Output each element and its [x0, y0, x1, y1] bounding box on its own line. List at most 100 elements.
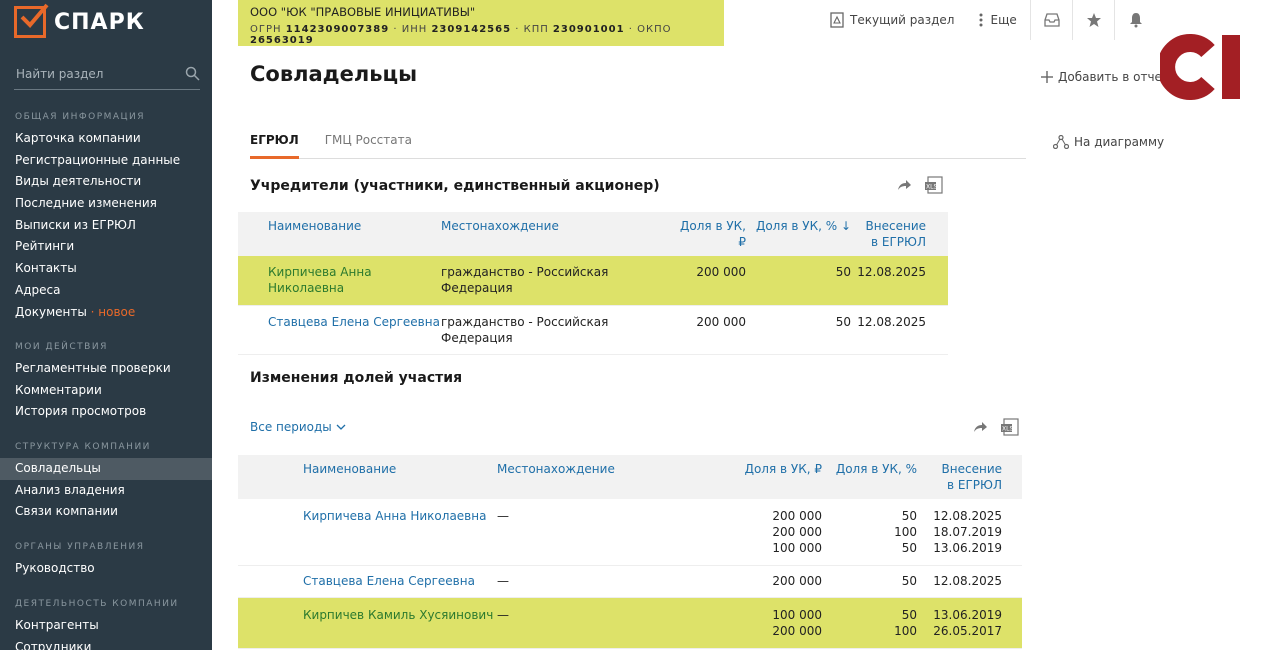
- excel-export-icon[interactable]: XLS: [1000, 418, 1020, 436]
- nav-head-structure: СТРУКТУРА КОМПАНИИ: [15, 442, 151, 452]
- owner-location: гражданство - Российская Федерация: [441, 256, 671, 306]
- nav-item-activities[interactable]: Виды деятельности: [0, 171, 212, 193]
- logo-text: СПАРК: [54, 9, 145, 35]
- top-icons: [1030, 0, 1156, 40]
- favorites-button[interactable]: [1072, 0, 1114, 40]
- search-icon[interactable]: [185, 66, 200, 81]
- tab-egrul[interactable]: ЕГРЮЛ: [250, 128, 299, 159]
- nav-structure: СТРУКТУРА КОМПАНИИ Совладельцы Анализ вл…: [0, 436, 212, 523]
- nav-item-contacts[interactable]: Контакты: [0, 258, 212, 280]
- table-row: Кирпичев Камиль Хусяинович — 100 000 200…: [238, 597, 1022, 649]
- col-location[interactable]: Местонахождение: [497, 455, 697, 499]
- plus-icon: [1041, 71, 1053, 83]
- current-section-button[interactable]: Текущий раздел: [828, 11, 954, 29]
- nav-item-scheduled-checks[interactable]: Регламентные проверки: [0, 358, 212, 380]
- col-share-pct[interactable]: Доля в УК, % ↓: [746, 212, 851, 256]
- pdf-icon: [830, 12, 844, 28]
- new-badge: новое: [98, 304, 136, 319]
- sidebar: СПАРК ОБЩАЯ ИНФОРМАЦИЯ Карточка компании…: [0, 0, 212, 654]
- ogrn: 1142309007389: [285, 24, 390, 35]
- owner-share-pct: 50 100 50: [822, 499, 917, 566]
- top-actions: Текущий раздел Еще: [828, 0, 1039, 40]
- company-header: ООО "ЮК "ПРАВОВЫЕ ИНИЦИАТИВЫ" ОГРН 11423…: [238, 0, 724, 46]
- col-date[interactable]: Внесение в ЕГРЮЛ: [917, 455, 1022, 499]
- nav-head-my-actions: МОИ ДЕЙСТВИЯ: [15, 342, 108, 352]
- company-codes: ОГРН 1142309007389 · ИНН 2309142565 · КП…: [250, 24, 672, 46]
- owner-share-rub: 200 000: [671, 305, 746, 355]
- share-icon[interactable]: [896, 177, 912, 193]
- changes-actions: XLS: [972, 418, 1020, 436]
- col-date[interactable]: Внесение в ЕГРЮЛ: [851, 212, 948, 256]
- source-tabs: ЕГРЮЛ ГМЦ Росстата: [250, 128, 1026, 159]
- more-button[interactable]: Еще: [976, 11, 1017, 29]
- nav-head-management: ОРГАНЫ УПРАВЛЕНИЯ: [15, 542, 145, 552]
- owner-name-link[interactable]: Кирпичева Анна Николаевна: [238, 256, 441, 306]
- nav-item-ownership-analysis[interactable]: Анализ владения: [0, 480, 212, 502]
- founders-header-row: Наименование Местонахождение Доля в УК, …: [238, 212, 948, 256]
- nav-item-comments[interactable]: Комментарии: [0, 380, 212, 402]
- owner-location: —: [497, 499, 697, 566]
- owner-share-rub: 200 000: [671, 256, 746, 306]
- tab-rosstat[interactable]: ГМЦ Росстата: [325, 128, 412, 159]
- owner-date: 12.08.2025 18.07.2019 13.06.2019: [917, 499, 1022, 566]
- owner-date: 12.08.2025: [917, 565, 1022, 598]
- okpo: 26563019: [250, 35, 314, 46]
- add-to-diagram-button[interactable]: На диаграмму: [1053, 135, 1164, 149]
- logo[interactable]: СПАРК: [14, 3, 145, 38]
- col-share-rub[interactable]: Доля в УК, ₽: [671, 212, 746, 256]
- chevron-down-icon: [336, 424, 346, 430]
- nav-item-company-links[interactable]: Связи компании: [0, 501, 212, 523]
- nav-item-view-history[interactable]: История просмотров: [0, 401, 212, 423]
- period-selector[interactable]: Все периоды: [250, 420, 346, 434]
- nav-item-egrul-extracts[interactable]: Выписки из ЕГРЮЛ: [0, 215, 212, 237]
- owner-share-pct: 50: [822, 565, 917, 598]
- nav-item-company-card[interactable]: Карточка компании: [0, 128, 212, 150]
- owner-name-link[interactable]: Ставцева Елена Сергеевна: [238, 565, 497, 598]
- col-location[interactable]: Местонахождение: [441, 212, 671, 256]
- owner-date: 12.08.2025: [851, 256, 948, 306]
- svg-text:XLS: XLS: [1002, 426, 1013, 433]
- owner-share-rub: 200 000: [697, 565, 822, 598]
- nav-item-recent-changes[interactable]: Последние изменения: [0, 193, 212, 215]
- table-row: Кирпичева Анна Николаевна — 200 000 200 …: [238, 499, 1022, 566]
- owner-location: —: [497, 565, 697, 598]
- table-row: Кирпичева Анна Николаевна гражданство - …: [238, 256, 948, 306]
- section-search-input[interactable]: [14, 60, 174, 88]
- diagram-icon: [1053, 135, 1069, 149]
- nav-head-general: ОБЩАЯ ИНФОРМАЦИЯ: [15, 112, 146, 122]
- nav-item-registration[interactable]: Регистрационные данные: [0, 150, 212, 172]
- page-title: Совладельцы: [250, 62, 418, 86]
- company-name: ООО "ЮК "ПРАВОВЫЕ ИНИЦИАТИВЫ": [250, 5, 476, 19]
- nav-item-employees[interactable]: Сотрудники: [0, 637, 212, 658]
- col-share-pct[interactable]: Доля в УК, %: [822, 455, 917, 499]
- nav-activity: ДЕЯТЕЛЬНОСТЬ КОМПАНИИ Контрагенты Сотруд…: [0, 593, 212, 658]
- owner-date: 13.06.2019 26.05.2017: [917, 597, 1022, 649]
- share-icon[interactable]: [972, 419, 988, 435]
- col-share-rub[interactable]: Доля в УК, ₽: [697, 455, 822, 499]
- nav-item-documents[interactable]: Документы · новое: [0, 302, 212, 324]
- logo-check-icon: [14, 3, 49, 38]
- nav-item-leadership[interactable]: Руководство: [0, 558, 212, 580]
- nav-item-ratings[interactable]: Рейтинги: [0, 236, 212, 258]
- excel-export-icon[interactable]: XLS: [924, 176, 944, 194]
- notifications-button[interactable]: [1114, 0, 1156, 40]
- owner-date: 12.08.2025: [851, 305, 948, 355]
- nav-item-co-owners[interactable]: Совладельцы: [0, 458, 212, 480]
- col-name[interactable]: Наименование: [238, 455, 497, 499]
- bell-icon: [1129, 13, 1142, 28]
- founders-table: Наименование Местонахождение Доля в УК, …: [238, 212, 948, 355]
- nav-item-counterparties[interactable]: Контрагенты: [0, 615, 212, 637]
- nav-item-addresses[interactable]: Адреса: [0, 280, 212, 302]
- nav-general: ОБЩАЯ ИНФОРМАЦИЯ Карточка компании Регис…: [0, 106, 212, 323]
- owner-share-rub: 100 000 200 000: [697, 597, 822, 649]
- inbox-button[interactable]: [1030, 0, 1072, 40]
- owner-name-link[interactable]: Ставцева Елена Сергеевна: [238, 305, 441, 355]
- owner-share-pct: 50: [746, 256, 851, 306]
- owner-share-rub: 200 000 200 000 100 000: [697, 499, 822, 566]
- owner-name-link[interactable]: Кирпичев Камиль Хусяинович: [238, 597, 497, 649]
- owner-name-link[interactable]: Кирпичева Анна Николаевна: [238, 499, 497, 566]
- table-row: Ставцева Елена Сергеевна гражданство - Р…: [238, 305, 948, 355]
- add-to-report-button[interactable]: Добавить в отчет: [1040, 70, 1169, 84]
- col-name[interactable]: Наименование: [238, 212, 441, 256]
- owner-share-pct: 50 100: [822, 597, 917, 649]
